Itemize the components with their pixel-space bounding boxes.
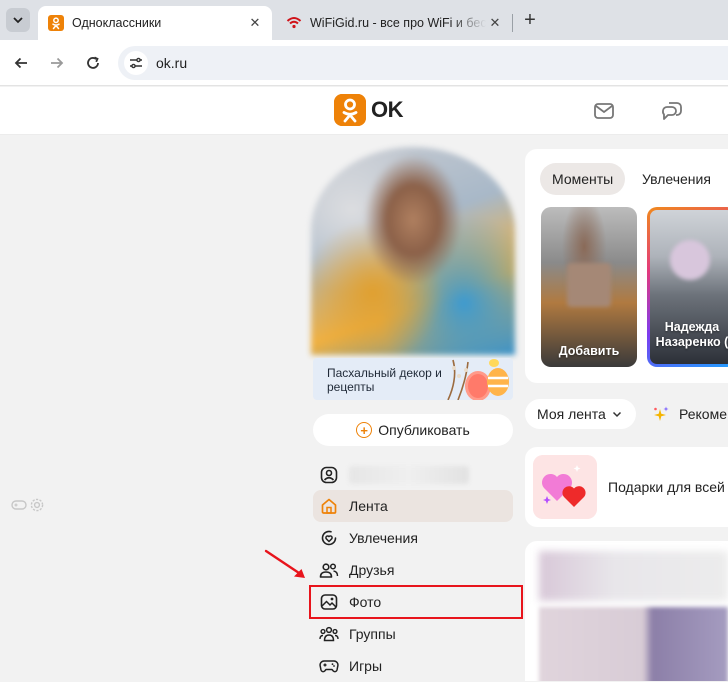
profile-name-blurred bbox=[349, 466, 469, 484]
post-header-blurred bbox=[539, 551, 728, 601]
hearts-gift-icon bbox=[533, 455, 597, 519]
groups-icon bbox=[319, 624, 339, 644]
chevron-down-icon bbox=[13, 17, 23, 24]
easter-eggs-image bbox=[447, 359, 509, 400]
heart-circle-icon bbox=[319, 528, 339, 548]
sparkles-icon bbox=[654, 406, 669, 421]
post-image-blurred bbox=[539, 607, 728, 681]
recommendations-tab[interactable]: Рекоме bbox=[652, 399, 728, 429]
chip-moments[interactable]: Моменты bbox=[540, 163, 626, 195]
ok-logo-icon[interactable] bbox=[334, 94, 366, 126]
reload-icon bbox=[87, 56, 99, 69]
story-user[interactable]: Надежда Назаренко ( bbox=[647, 207, 728, 367]
gear-icon bbox=[30, 498, 44, 512]
story-avatar-blurred bbox=[567, 263, 611, 307]
plus-circle-icon: + bbox=[356, 422, 373, 438]
story-caption: Надежда Назаренко ( bbox=[655, 320, 728, 349]
site-settings-button[interactable] bbox=[124, 51, 148, 75]
tab-search-button[interactable] bbox=[6, 8, 30, 32]
wifi-favicon bbox=[286, 17, 302, 29]
profile-avatar[interactable] bbox=[311, 147, 515, 355]
menu-item-games[interactable]: Игры bbox=[313, 650, 513, 682]
chat-icon[interactable] bbox=[660, 99, 684, 123]
feed-post-card[interactable] bbox=[525, 541, 728, 681]
address-bar[interactable]: ok.ru bbox=[118, 46, 728, 80]
story-add[interactable]: Добавить bbox=[541, 207, 637, 367]
profile-icon bbox=[319, 465, 339, 485]
menu-label: Друзья bbox=[349, 562, 395, 578]
arrow-right-icon bbox=[51, 57, 64, 69]
close-icon[interactable]: ✕ bbox=[246, 14, 264, 32]
gamepad-icon bbox=[319, 656, 339, 676]
menu-item-profile[interactable] bbox=[313, 459, 513, 491]
url-text: ok.ru bbox=[156, 55, 188, 71]
new-tab-button[interactable]: + bbox=[519, 9, 541, 31]
reload-button[interactable] bbox=[81, 51, 105, 75]
tab-wifigid[interactable]: WiFiGid.ru - все про WiFi и бес ✕ bbox=[276, 6, 512, 40]
browser-toolbar: ok.ru bbox=[0, 40, 728, 86]
forward-button[interactable] bbox=[45, 51, 69, 75]
promo-banner[interactable]: Пасхальный декор и рецепты bbox=[313, 358, 513, 400]
menu-label: Группы bbox=[349, 626, 396, 642]
menu-label: Лента bbox=[349, 498, 388, 514]
story-avatar-blurred bbox=[670, 240, 710, 280]
tab-odnoklassniki[interactable]: Одноклассники ✕ bbox=[38, 6, 272, 40]
menu-label: Игры bbox=[349, 658, 383, 674]
publish-label: Опубликовать bbox=[378, 422, 470, 438]
tab-separator bbox=[512, 14, 513, 32]
menu-item-friends[interactable]: Друзья bbox=[313, 554, 513, 586]
logo-text[interactable]: OK bbox=[371, 97, 404, 123]
gifts-text: Подарки для всей bbox=[608, 479, 725, 495]
ok-favicon bbox=[48, 15, 64, 31]
tab-title: WiFiGid.ru - все про WiFi и бес bbox=[310, 16, 486, 30]
browser-tabstrip: Одноклассники ✕ WiFiGid.ru - все про WiF… bbox=[0, 0, 728, 40]
home-icon bbox=[319, 496, 339, 516]
tab-title: Одноклассники bbox=[72, 16, 162, 30]
feed-selector-label: Моя лента bbox=[537, 406, 606, 422]
gifts-card[interactable]: Подарки для всей bbox=[525, 447, 728, 527]
left-widget[interactable] bbox=[11, 496, 47, 514]
chevron-down-icon bbox=[612, 411, 621, 418]
story-caption: Добавить bbox=[558, 344, 620, 358]
publish-button[interactable]: + Опубликовать bbox=[313, 414, 513, 446]
back-button[interactable] bbox=[9, 51, 33, 75]
promo-text: Пасхальный декор и рецепты bbox=[327, 366, 442, 394]
menu-item-feed[interactable]: Лента bbox=[313, 490, 513, 522]
chip-label: Увлечения bbox=[642, 171, 711, 187]
arrow-left-icon bbox=[14, 57, 27, 69]
friends-icon bbox=[319, 560, 339, 580]
close-icon[interactable]: ✕ bbox=[486, 14, 504, 32]
feed-selector[interactable]: Моя лента bbox=[525, 399, 636, 429]
site-header: OK bbox=[0, 87, 728, 135]
chip-hobbies[interactable]: Увлечения bbox=[630, 163, 723, 195]
menu-label: Увлечения bbox=[349, 530, 418, 546]
gamepad-icon bbox=[11, 500, 27, 510]
menu-item-hobbies[interactable]: Увлечения bbox=[313, 522, 513, 554]
mail-icon[interactable] bbox=[592, 99, 616, 123]
tune-icon bbox=[130, 57, 142, 69]
recommendations-label: Рекоме bbox=[679, 406, 727, 422]
menu-item-groups[interactable]: Группы bbox=[313, 618, 513, 650]
red-arrow-annotation bbox=[264, 549, 305, 578]
highlight-box bbox=[309, 585, 523, 619]
chip-label: Моменты bbox=[552, 171, 614, 187]
